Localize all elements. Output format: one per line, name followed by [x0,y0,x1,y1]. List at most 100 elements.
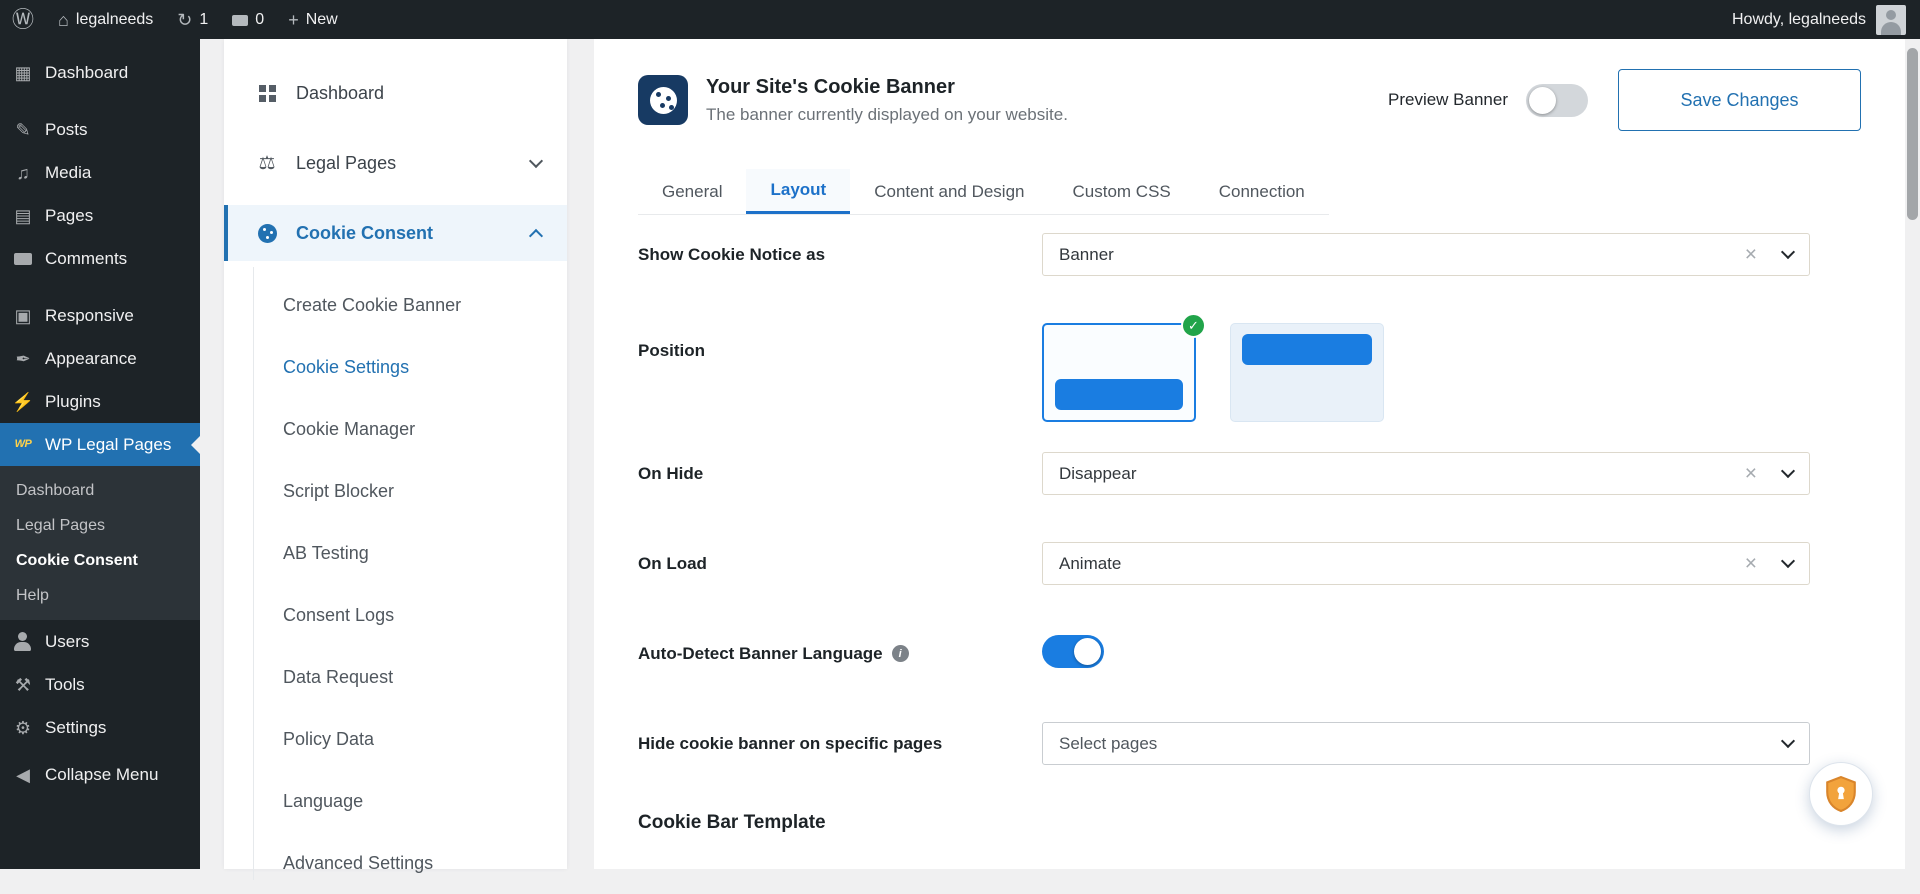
plugin-nav-legal-pages[interactable]: ⚖ Legal Pages [224,135,567,191]
clear-icon[interactable]: × [1745,463,1757,484]
position-option-banner-bottom[interactable]: ✓ [1042,323,1196,422]
position-label: Position [638,341,1042,361]
collapse-menu-button[interactable]: ◀ Collapse Menu [0,753,200,796]
sidebar-item-pages[interactable]: ▤ Pages [0,194,200,237]
plugin-subnav-advanced-settings[interactable]: Advanced Settings [224,832,567,894]
sidebar-item-media[interactable]: ♫ Media [0,151,200,194]
chevron-down-icon[interactable] [1781,734,1795,748]
help-floating-button[interactable] [1809,762,1873,826]
gavel-icon: ⚖ [254,152,280,175]
sidebar-item-settings[interactable]: ⚙ Settings [0,706,200,749]
sidebar-item-comments[interactable]: Comments [0,237,200,280]
chevron-down-icon[interactable] [1781,554,1795,568]
home-icon: ⌂ [58,11,69,29]
auto-detect-language-toggle[interactable] [1042,635,1104,668]
plugin-subnav-create-cookie-banner[interactable]: Create Cookie Banner [224,274,567,336]
admin-bar: Ⓦ ⌂ legalneeds ↻ 1 0 + New Howdy, legaln… [0,0,1920,39]
comments-icon [10,253,36,265]
tab-general[interactable]: General [638,169,746,214]
sidebar-item-tools[interactable]: ⚒ Tools [0,663,200,706]
users-icon [10,632,36,651]
on-hide-select[interactable]: Disappear × [1042,452,1810,495]
plugin-nav-label: Dashboard [296,83,541,104]
tab-content-and-design[interactable]: Content and Design [850,169,1048,214]
comments-icon [232,15,248,26]
plugin-nav-cookie-consent[interactable]: Cookie Consent [224,205,567,261]
submenu-item-cookie-consent[interactable]: Cookie Consent [0,543,200,578]
chevron-up-icon [529,228,543,242]
collapse-arrow-icon: ◀ [10,766,36,784]
plugin-subnav-cookie-settings[interactable]: Cookie Settings [224,336,567,398]
plugin-subnav-policy-data[interactable]: Policy Data [224,708,567,770]
chevron-down-icon[interactable] [1781,464,1795,478]
selected-value: Animate [1059,554,1121,574]
main-content: Your Site's Cookie Banner The banner cur… [594,39,1905,869]
appearance-icon: ✒ [10,350,36,368]
wp-legal-pages-icon: WP [10,439,36,450]
scrollbar-thumb[interactable] [1907,48,1918,220]
sidebar-item-label: Posts [45,120,88,140]
sidebar-item-label: Comments [45,249,127,269]
sidebar-item-plugins[interactable]: ⚡ Plugins [0,380,200,423]
sidebar-item-label: WP Legal Pages [45,435,171,455]
plugin-subnav-cookie-manager[interactable]: Cookie Manager [224,398,567,460]
sidebar-item-dashboard[interactable]: ▦ Dashboard [0,51,200,94]
howdy-account-menu[interactable]: Howdy, legalneeds [1732,11,1866,29]
avatar[interactable] [1876,5,1906,35]
toggle-knob [1074,638,1101,665]
plugin-subnav-consent-logs[interactable]: Consent Logs [224,584,567,646]
scrollbar[interactable] [1905,39,1920,869]
submenu-item-dashboard[interactable]: Dashboard [0,473,200,508]
submenu-item-label: Help [16,587,49,605]
plugin-subnav-label: AB Testing [283,543,369,564]
updates-menu[interactable]: ↻ 1 [165,0,220,39]
sidebar-item-wp-legal-pages[interactable]: WP WP Legal Pages [0,423,200,466]
save-changes-button[interactable]: Save Changes [1618,69,1861,131]
tab-connection[interactable]: Connection [1195,169,1329,214]
plugin-subnav-language[interactable]: Language [224,770,567,832]
plugin-nav-label: Legal Pages [296,153,531,174]
chevron-down-icon[interactable] [1781,245,1795,259]
comments-menu[interactable]: 0 [220,0,276,39]
wordpress-menu[interactable]: Ⓦ [0,0,46,39]
preview-banner-label: Preview Banner [1388,90,1508,110]
page-title: Your Site's Cookie Banner [706,76,1068,99]
tools-icon: ⚒ [10,676,36,694]
plugin-subnav-label: Cookie Settings [283,357,409,378]
plugin-subnav-label: Advanced Settings [283,853,433,874]
plugin-subnav-script-blocker[interactable]: Script Blocker [224,460,567,522]
new-content-menu[interactable]: + New [276,0,350,39]
sidebar-item-label: Pages [45,206,93,226]
sidebar-item-posts[interactable]: ✎ Posts [0,108,200,151]
clear-icon[interactable]: × [1745,244,1757,265]
site-name-menu[interactable]: ⌂ legalneeds [46,0,165,39]
position-option-banner-top[interactable] [1230,323,1384,422]
submenu-item-legal-pages[interactable]: Legal Pages [0,508,200,543]
plugins-icon: ⚡ [10,393,36,411]
sidebar-item-label: Users [45,632,89,652]
hide-banner-pages-select[interactable]: Select pages [1042,722,1810,765]
pages-icon: ▤ [10,207,36,225]
tab-layout[interactable]: Layout [746,169,850,214]
selected-value: Banner [1059,245,1114,265]
shield-lock-icon [1825,776,1857,812]
preview-banner-toggle[interactable] [1526,84,1588,117]
on-load-label: On Load [638,554,1042,574]
sidebar-item-appearance[interactable]: ✒ Appearance [0,337,200,380]
submenu-item-help[interactable]: Help [0,578,200,613]
show-cookie-notice-label: Show Cookie Notice as [638,245,1042,265]
show-cookie-notice-select[interactable]: Banner × [1042,233,1810,276]
sidebar-item-responsive[interactable]: ▣ Responsive [0,294,200,337]
auto-detect-label-text: Auto-Detect Banner Language [638,644,883,664]
plugin-subnav-label: Cookie Manager [283,419,415,440]
sidebar-item-users[interactable]: Users [0,620,200,663]
tab-custom-css[interactable]: Custom CSS [1049,169,1195,214]
info-icon[interactable]: i [892,645,909,662]
clear-icon[interactable]: × [1745,553,1757,574]
plugin-subnav-ab-testing[interactable]: AB Testing [224,522,567,584]
plugin-nav-dashboard[interactable]: Dashboard [224,65,567,121]
layout-settings-form: Show Cookie Notice as Banner × Position [638,233,1861,834]
plugin-subnav-data-request[interactable]: Data Request [224,646,567,708]
on-load-select[interactable]: Animate × [1042,542,1810,585]
wordpress-logo-icon: Ⓦ [12,9,34,31]
